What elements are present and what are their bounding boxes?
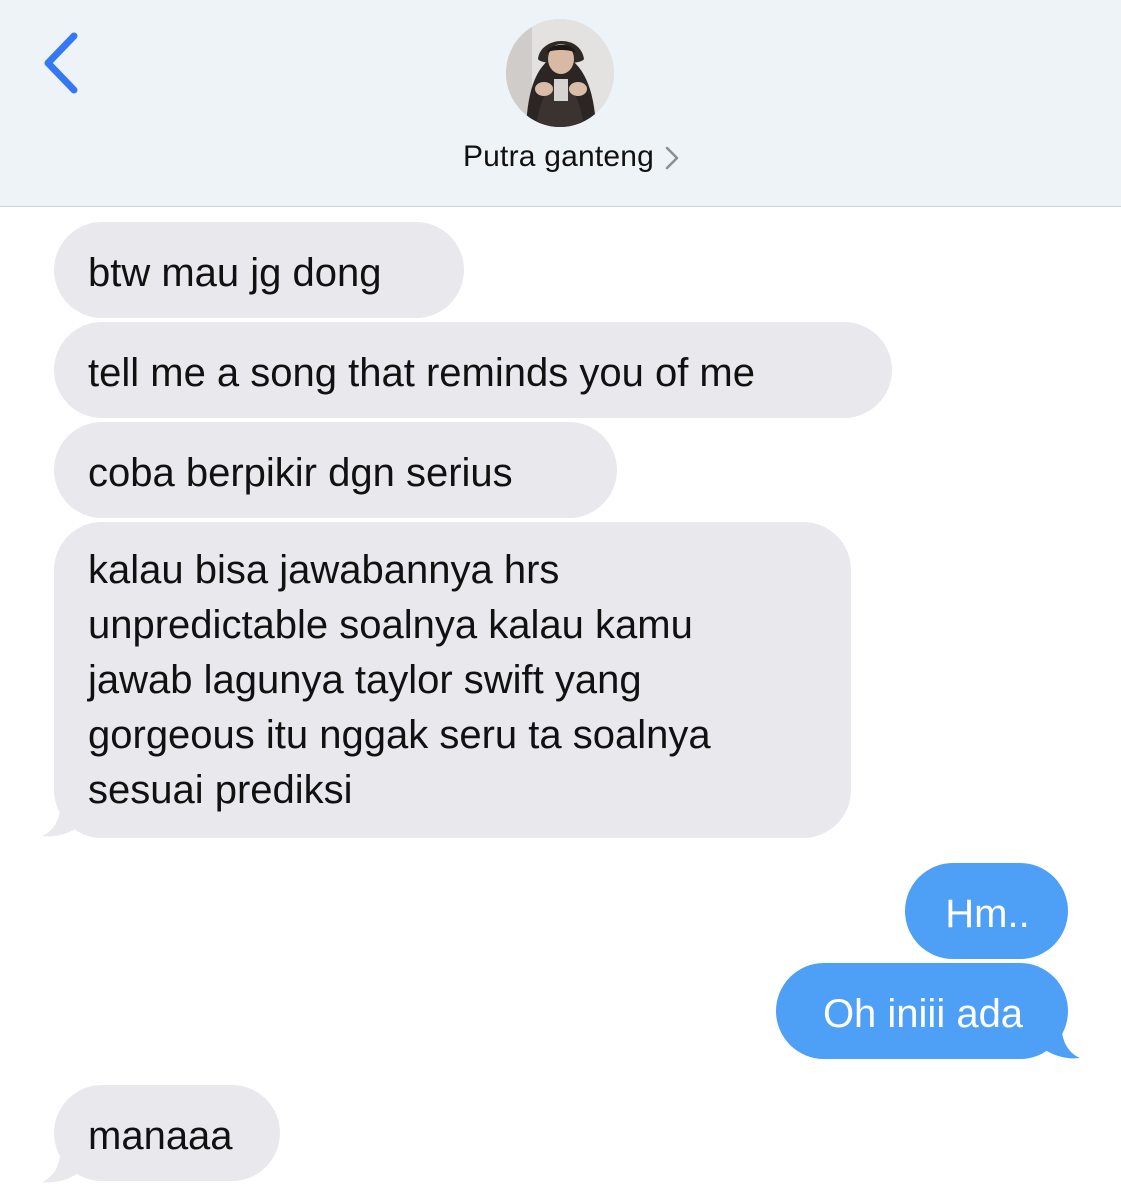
- message-bubble-received[interactable]: tell me a song that reminds you of me: [54, 322, 892, 418]
- contact-avatar[interactable]: [506, 19, 614, 127]
- message-bubble-sent[interactable]: Oh iniii ada: [776, 963, 1068, 1059]
- message-bubble-received[interactable]: btw mau jg dong: [54, 222, 464, 318]
- bubble-tail: [42, 800, 84, 837]
- bubble-tail: [1038, 1022, 1080, 1059]
- chevron-right-icon: [665, 146, 679, 170]
- contact-name-button[interactable]: Putra ganteng: [0, 134, 1121, 180]
- imessage-conversation: Putra ganteng btw mau jg dong tell me a …: [0, 0, 1121, 1200]
- bubble-tail: [42, 1146, 84, 1183]
- avatar-photo: [506, 19, 614, 127]
- conversation-header: Putra ganteng: [0, 0, 1121, 207]
- message-bubble-received[interactable]: kalau bisa jawabannya hrs unpredictable …: [54, 522, 851, 838]
- message-bubble-sent[interactable]: Hm..: [905, 863, 1068, 959]
- contact-name: Putra ganteng: [462, 140, 655, 173]
- message-bubble-received[interactable]: coba berpikir dgn serius: [54, 422, 617, 518]
- chevron-left-icon: [44, 32, 78, 94]
- back-button[interactable]: [38, 30, 88, 96]
